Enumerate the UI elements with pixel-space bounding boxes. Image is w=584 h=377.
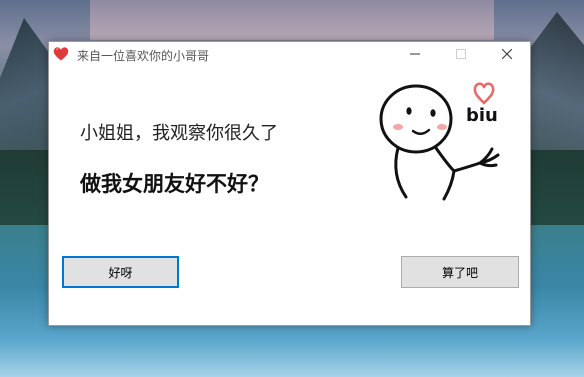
minimize-button[interactable] [392, 42, 438, 66]
no-button-label: 算了吧 [441, 265, 478, 280]
background-sky [90, 0, 494, 40]
biu-text: biu [466, 105, 498, 126]
yes-button[interactable]: 好呀 [62, 256, 179, 288]
window-title: 来自一位喜欢你的小哥哥 [77, 49, 210, 63]
close-button[interactable] [484, 42, 530, 66]
maximize-button[interactable] [438, 42, 484, 66]
biu-sticker: biu [379, 82, 500, 201]
yes-button-label: 好呀 [108, 265, 133, 280]
dialog-window: 来自一位喜欢你的小哥哥 小姐姐，我观察你很久了 做我女朋友好不好？ biu 好呀… [48, 41, 531, 326]
close-icon [502, 49, 512, 59]
no-button[interactable]: 算了吧 [401, 256, 519, 288]
minimize-icon [410, 53, 420, 55]
message-line-2: 做我女朋友好不好？ [80, 171, 269, 196]
message-line-1: 小姐姐，我观察你很久了 [80, 123, 278, 144]
title-bar[interactable]: 来自一位喜欢你的小哥哥 [49, 42, 530, 66]
heart-icon [53, 47, 69, 61]
maximize-icon [456, 49, 466, 59]
